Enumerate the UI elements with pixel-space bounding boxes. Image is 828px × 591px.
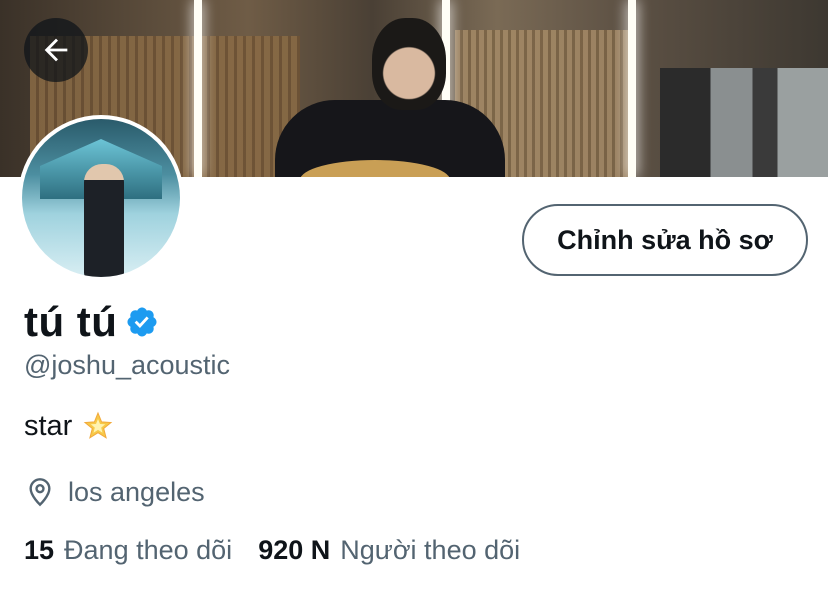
banner-light-bar xyxy=(194,0,202,177)
location-row: los angeles xyxy=(24,476,205,508)
display-name: tú tú xyxy=(24,298,118,345)
avatar-photo xyxy=(22,119,180,277)
followers-label: Người theo dõi xyxy=(340,535,521,565)
followers-link[interactable]: 920 N Người theo dõi xyxy=(258,535,546,566)
edit-profile-button[interactable]: Chỉnh sửa hồ sơ xyxy=(522,204,808,276)
following-count: 15 xyxy=(24,535,55,565)
location-text: los angeles xyxy=(68,476,205,507)
location-pin-icon xyxy=(29,478,51,507)
banner-person-head xyxy=(372,18,446,110)
profile-avatar[interactable] xyxy=(18,115,184,281)
avatar-person xyxy=(84,164,124,277)
following-link[interactable]: 15 Đang theo dõi xyxy=(24,535,258,566)
arrow-left-icon xyxy=(44,38,68,62)
name-row: tú tú xyxy=(24,298,159,346)
banner-light-bar xyxy=(628,0,636,177)
bio: star xyxy=(24,410,114,443)
glowing-star-icon xyxy=(84,411,113,439)
following-label: Đang theo dõi xyxy=(64,535,233,565)
follow-stats: 15 Đang theo dõi 920 N Người theo dõi xyxy=(24,535,546,566)
banner-frames xyxy=(660,68,828,177)
followers-count: 920 N xyxy=(258,535,331,565)
bio-text: star xyxy=(24,410,73,442)
back-button[interactable] xyxy=(24,18,88,82)
user-handle: @joshu_acoustic xyxy=(24,350,231,380)
verified-badge-icon xyxy=(127,307,157,337)
